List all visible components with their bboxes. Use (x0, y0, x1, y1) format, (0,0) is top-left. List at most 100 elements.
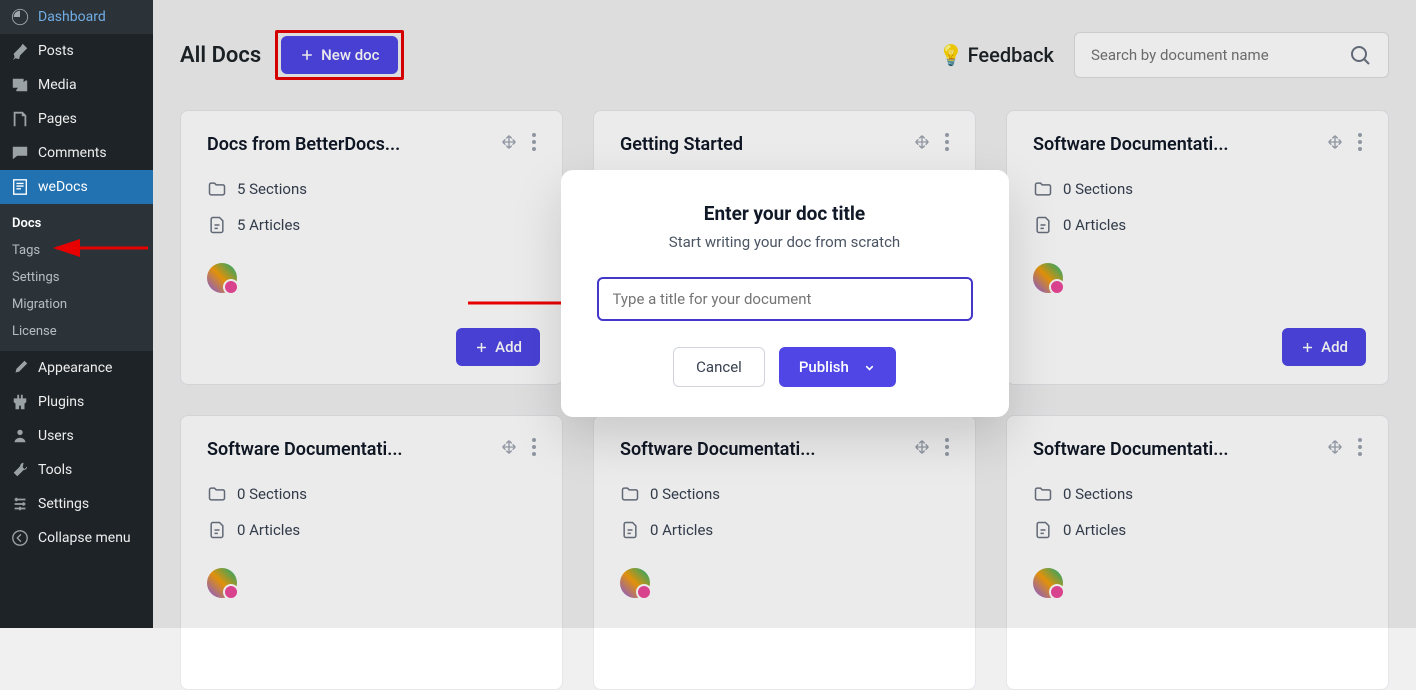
card-title[interactable]: Software Documentati... (1033, 439, 1229, 460)
plus-icon (1300, 340, 1315, 355)
comment-icon (10, 144, 30, 162)
page-header: All Docs New doc 💡 Feedback (180, 30, 1389, 80)
menu-posts[interactable]: Posts (0, 34, 153, 68)
new-doc-button[interactable]: New doc (281, 36, 397, 74)
dashboard-icon (10, 8, 30, 26)
articles-text: 5 Articles (237, 216, 300, 234)
card-title[interactable]: Software Documentati... (207, 439, 403, 460)
plus-icon (299, 47, 315, 63)
document-icon (620, 520, 640, 540)
folder-icon (207, 179, 227, 199)
menu-media[interactable]: Media (0, 68, 153, 102)
menu-label: Plugins (38, 394, 84, 410)
card-title[interactable]: Getting Started (620, 134, 743, 155)
submenu-license[interactable]: License (0, 318, 153, 345)
admin-sidebar: Dashboard Posts Media Pages Comments weD… (0, 0, 153, 628)
sections-text: 5 Sections (237, 180, 307, 198)
menu-plugins[interactable]: Plugins (0, 385, 153, 419)
more-icon[interactable] (532, 438, 536, 460)
menu-pages[interactable]: Pages (0, 102, 153, 136)
add-button[interactable]: Add (456, 328, 540, 366)
more-icon[interactable] (1358, 438, 1362, 460)
modal-subtitle: Start writing your doc from scratch (597, 233, 973, 251)
menu-label: Settings (38, 496, 89, 512)
menu-label: Appearance (38, 360, 112, 376)
drag-handle-icon[interactable] (500, 133, 518, 155)
submenu-docs[interactable]: Docs (0, 210, 153, 237)
drag-handle-icon[interactable] (1326, 438, 1344, 460)
author-avatar[interactable] (1033, 263, 1063, 293)
more-icon[interactable] (1358, 133, 1362, 155)
menu-label: Dashboard (38, 9, 106, 25)
more-icon[interactable] (945, 438, 949, 460)
doc-card: Docs from BetterDocs... 5 Sections 5 Art… (180, 110, 563, 385)
add-label: Add (1321, 338, 1348, 356)
menu-appearance[interactable]: Appearance (0, 351, 153, 385)
folder-icon (1033, 179, 1053, 199)
menu-label: Pages (38, 111, 77, 127)
menu-tools[interactable]: Tools (0, 453, 153, 487)
articles-stat: 0 Articles (620, 520, 949, 540)
new-doc-modal: Enter your doc title Start writing your … (561, 170, 1009, 417)
articles-text: 0 Articles (1063, 216, 1126, 234)
menu-comments[interactable]: Comments (0, 136, 153, 170)
menu-wedocs[interactable]: weDocs (0, 170, 153, 204)
doc-title-input[interactable] (597, 277, 973, 321)
feedback-link[interactable]: 💡 Feedback (939, 43, 1054, 67)
more-icon[interactable] (945, 133, 949, 155)
add-label: Add (495, 338, 522, 356)
author-avatar[interactable] (207, 263, 237, 293)
menu-label: Comments (38, 145, 107, 161)
folder-icon (620, 484, 640, 504)
add-button[interactable]: Add (1282, 328, 1366, 366)
new-doc-label: New doc (321, 46, 379, 64)
sections-text: 0 Sections (1063, 180, 1133, 198)
articles-text: 0 Articles (650, 521, 713, 539)
sections-text: 0 Sections (650, 485, 720, 503)
menu-settings[interactable]: Settings (0, 487, 153, 521)
sections-text: 0 Sections (1063, 485, 1133, 503)
menu-dashboard[interactable]: Dashboard (0, 0, 153, 34)
document-icon (207, 215, 227, 235)
drag-handle-icon[interactable] (1326, 133, 1344, 155)
sections-stat: 0 Sections (620, 484, 949, 504)
submenu-settings[interactable]: Settings (0, 264, 153, 291)
cancel-button[interactable]: Cancel (673, 347, 765, 387)
more-icon[interactable] (532, 133, 536, 155)
doc-card: Software Documentati... 0 Sections 0 Art… (1006, 110, 1389, 385)
document-icon (1033, 215, 1053, 235)
plugin-icon (10, 393, 30, 411)
chevron-down-icon (863, 361, 876, 374)
user-icon (10, 427, 30, 445)
publish-button[interactable]: Publish (779, 347, 896, 387)
page-icon (10, 110, 30, 128)
author-avatar[interactable] (207, 568, 237, 598)
feedback-label: Feedback (968, 43, 1054, 67)
drag-handle-icon[interactable] (913, 438, 931, 460)
collapse-icon (10, 529, 30, 547)
author-avatar[interactable] (620, 568, 650, 598)
articles-stat: 5 Articles (207, 215, 536, 235)
card-title[interactable]: Docs from BetterDocs... (207, 134, 400, 155)
author-avatar[interactable] (1033, 568, 1063, 598)
menu-collapse[interactable]: Collapse menu (0, 521, 153, 555)
search-input[interactable] (1091, 46, 1348, 64)
drag-handle-icon[interactable] (913, 133, 931, 155)
menu-users[interactable]: Users (0, 419, 153, 453)
sections-stat: 0 Sections (207, 484, 536, 504)
submenu-migration[interactable]: Migration (0, 291, 153, 318)
menu-label: Media (38, 77, 77, 93)
menu-label: Users (38, 428, 74, 444)
plus-icon (474, 340, 489, 355)
drag-handle-icon[interactable] (500, 438, 518, 460)
doc-card: Software Documentati... 0 Sections 0 Art… (1006, 415, 1389, 690)
card-title[interactable]: Software Documentati... (620, 439, 816, 460)
folder-icon (207, 484, 227, 504)
card-title[interactable]: Software Documentati... (1033, 134, 1229, 155)
modal-title: Enter your doc title (597, 202, 973, 225)
articles-stat: 0 Articles (1033, 215, 1362, 235)
doc-card: Software Documentati... 0 Sections 0 Art… (180, 415, 563, 690)
search-box[interactable] (1074, 32, 1389, 78)
articles-stat: 0 Articles (1033, 520, 1362, 540)
annotation-arrow (48, 238, 158, 258)
